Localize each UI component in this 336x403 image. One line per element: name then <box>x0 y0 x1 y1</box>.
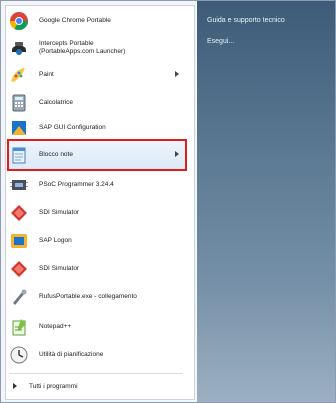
sap-logon-icon <box>7 229 31 253</box>
menu-item-label: Utilità di pianificazione <box>39 351 104 358</box>
highlight-annotation <box>7 139 187 171</box>
help-and-support-link[interactable]: Guida e supporto tecnico <box>207 17 285 24</box>
menu-item-sap-gui-configuration[interactable]: SAP GUI Configuration <box>7 114 185 142</box>
shortcut-icon <box>7 285 31 309</box>
menu-item-sap-logon[interactable]: SAP Logon <box>7 227 185 255</box>
portable-app-icon <box>7 36 31 60</box>
menu-item-label: Google Chrome Portable <box>39 17 111 24</box>
sap-gui-config-icon <box>7 116 31 140</box>
menu-item-portable-launcher[interactable]: Intercepts Portable (PortableApps.com La… <box>7 34 185 62</box>
task-scheduler-icon <box>7 343 31 367</box>
menu-item-label: Calcolatrice <box>39 99 73 106</box>
menu-item-label: Notepad++ <box>39 323 72 330</box>
start-menu: Guida e supporto tecnico Esegui... Googl… <box>0 0 336 403</box>
psoc-programmer-icon <box>7 173 31 197</box>
menu-item-label: RufusPortable.exe - collegamento <box>39 293 137 300</box>
menu-item-label: SDI Simulator <box>39 209 80 216</box>
expand-arrow-icon <box>13 383 17 389</box>
menu-item-sdi-simulator[interactable]: SDI Simulator <box>7 199 185 227</box>
menu-item-psoc-programmer[interactable]: PSoC Programmer 3.24.4 <box>7 171 185 199</box>
right-pane: Guida e supporto tecnico Esegui... <box>197 1 335 402</box>
menu-item-label: Paint <box>39 71 54 78</box>
calculator-icon <box>7 91 31 115</box>
all-programs-button[interactable]: Tutti i programmi <box>7 377 185 395</box>
paint-icon <box>7 63 31 87</box>
menu-item-label: Intercepts Portable (PortableApps.com La… <box>39 40 126 55</box>
sdi-simulator-icon <box>7 201 31 225</box>
run-link[interactable]: Esegui... <box>207 38 234 45</box>
all-programs-label: Tutti i programmi <box>29 382 78 390</box>
menu-item-sdi-simulator-2[interactable]: SDI Simulator <box>7 255 185 283</box>
menu-item-rufus-shortcut[interactable]: RufusPortable.exe - collegamento <box>7 283 185 311</box>
sdi-simulator-icon <box>7 257 31 281</box>
menu-item-label: SDI Simulator <box>39 265 80 272</box>
submenu-arrow-icon <box>175 71 179 77</box>
notepadpp-icon <box>7 315 31 339</box>
menu-item-google-chrome-portable[interactable]: Google Chrome Portable <box>7 7 185 35</box>
menu-item-notepad-plus-plus[interactable]: Notepad++ <box>7 313 185 341</box>
menu-item-paint[interactable]: Paint <box>7 61 185 89</box>
menu-item-utilita-pianificazione[interactable]: Utilità di pianificazione <box>7 341 185 369</box>
menu-item-calcolatrice[interactable]: Calcolatrice <box>7 89 185 117</box>
menu-separator <box>9 373 183 374</box>
menu-item-label: PSoC Programmer 3.24.4 <box>39 181 114 188</box>
menu-item-label: SAP Logon <box>39 237 72 244</box>
menu-item-label: SAP GUI Configuration <box>39 124 106 131</box>
chrome-icon <box>7 9 31 33</box>
